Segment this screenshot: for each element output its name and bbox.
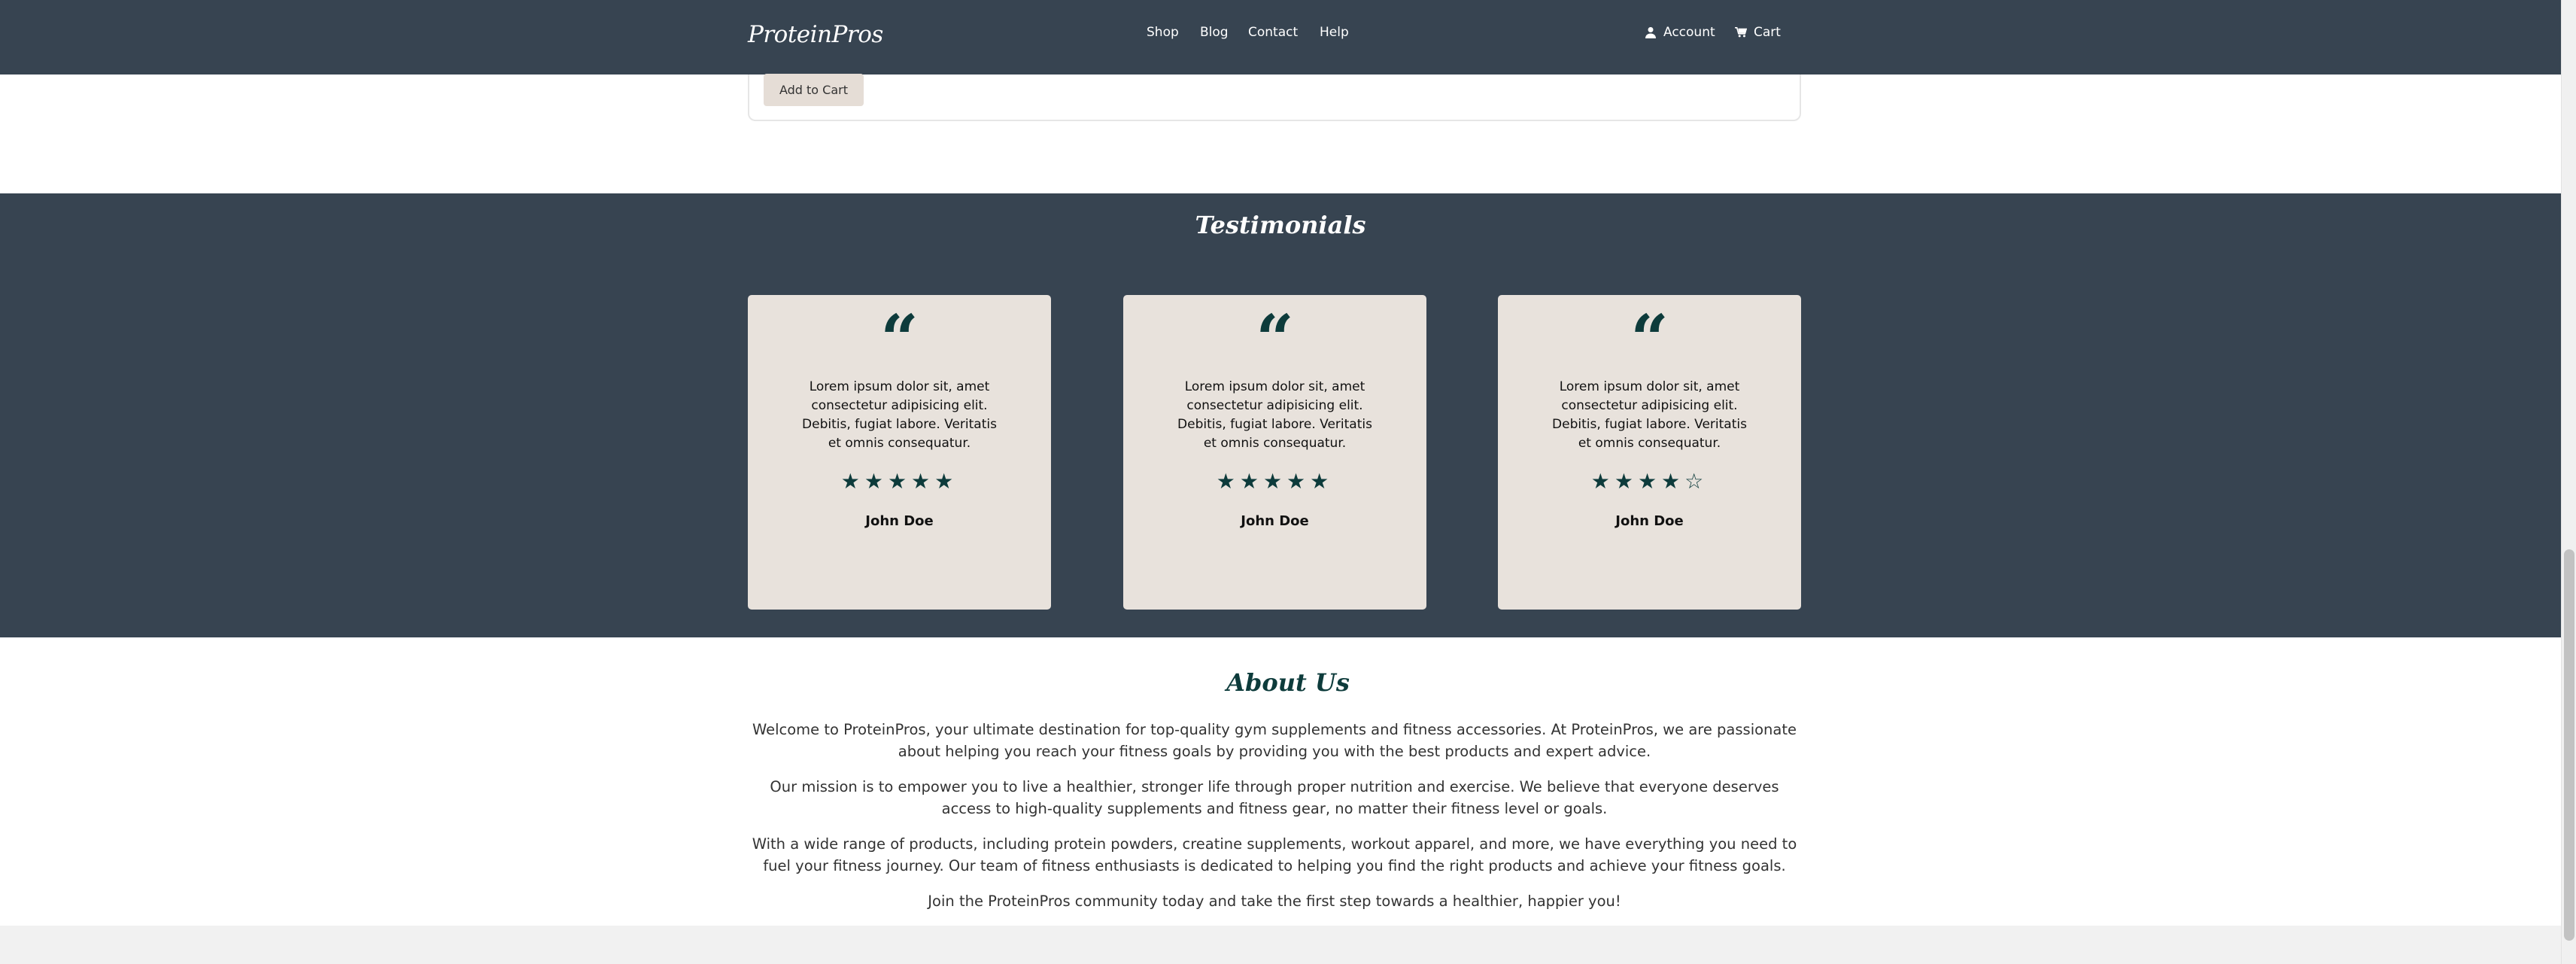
testimonial-card: “ Lorem ipsum dolor sit, amet consectetu… [748, 295, 1051, 610]
star-rating: ★★★★★ [1216, 469, 1334, 494]
star-rating: ★★★★★ [840, 469, 958, 494]
nav-link-blog[interactable]: Blog [1200, 25, 1229, 40]
navbar: ProteinPros Shop Blog Contact Help Accou… [0, 0, 2561, 75]
testimonial-card: “ Lorem ipsum dolor sit, amet consectetu… [1123, 295, 1426, 610]
about-paragraph: With a wide range of products, including… [752, 835, 1797, 874]
star-rating: ★★★★☆ [1590, 469, 1709, 494]
page-scrollbar[interactable] [2561, 0, 2576, 964]
testimonial-text: Lorem ipsum dolor sit, amet consectetur … [1552, 379, 1747, 451]
nav-link-help[interactable]: Help [1320, 25, 1349, 40]
cart-icon [1735, 26, 1747, 38]
cart-label: Cart [1754, 25, 1781, 40]
testimonials-section: Testimonials “ Lorem ipsum dolor sit, am… [0, 193, 2561, 637]
nav-link-shop[interactable]: Shop [1147, 25, 1179, 40]
add-to-cart-button[interactable]: Add to Cart [764, 74, 864, 106]
scrollbar-thumb[interactable] [2564, 549, 2574, 941]
cart-link[interactable]: Cart [1735, 25, 1781, 40]
about-title: About Us [1226, 668, 1350, 697]
account-link[interactable]: Account [1645, 25, 1715, 40]
quote-icon: “ [1256, 300, 1294, 378]
testimonial-text: Lorem ipsum dolor sit, amet consectetur … [802, 379, 997, 451]
quote-icon: “ [880, 300, 919, 378]
nav-link-contact[interactable]: Contact [1248, 25, 1298, 40]
testimonial-text: Lorem ipsum dolor sit, amet consectetur … [1177, 379, 1372, 451]
user-icon [1645, 27, 1656, 38]
testimonial-author: John Doe [865, 513, 934, 529]
testimonials-title: Testimonials [1195, 211, 1366, 239]
testimonial-author: John Doe [1615, 513, 1684, 529]
account-label: Account [1663, 25, 1715, 40]
about-paragraph: Our mission is to empower you to live a … [770, 778, 1779, 817]
brand-logo[interactable]: ProteinPros [748, 21, 883, 48]
footer-strip [0, 926, 2561, 964]
about-paragraph: Welcome to ProteinPros, your ultimate de… [752, 721, 1797, 760]
testimonial-author: John Doe [1241, 513, 1309, 529]
about-paragraph: Join the ProteinPros community today and… [928, 893, 1621, 910]
quote-icon: “ [1630, 300, 1669, 378]
testimonial-card: “ Lorem ipsum dolor sit, amet consectetu… [1498, 295, 1801, 610]
